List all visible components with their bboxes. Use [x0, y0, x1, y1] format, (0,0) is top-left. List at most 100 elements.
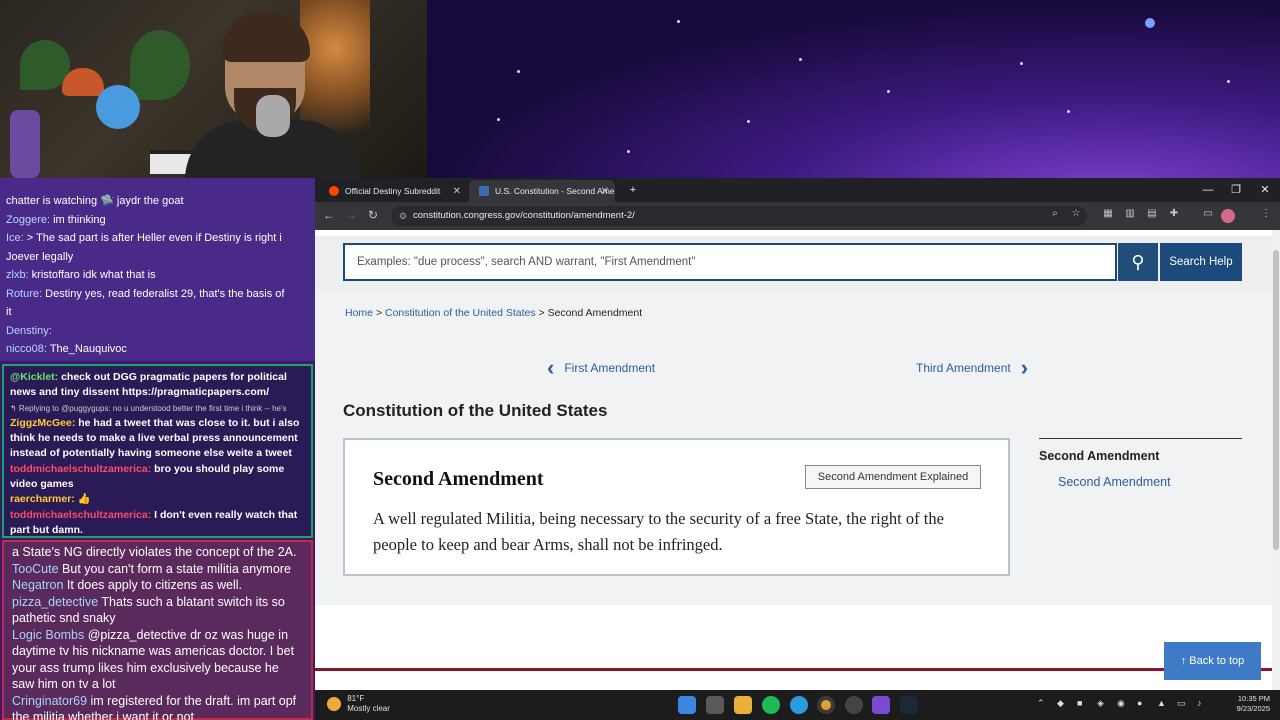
- close-tab-icon[interactable]: ✕: [453, 186, 461, 197]
- back-icon[interactable]: ←: [321, 208, 337, 222]
- tray-expand-icon[interactable]: ⌃: [1037, 698, 1045, 709]
- breadcrumb-separator: >: [538, 307, 548, 319]
- edge-icon[interactable]: [790, 696, 808, 714]
- tray-app-icon[interactable]: ◆: [1057, 698, 1064, 709]
- extensions-puzzle-icon[interactable]: ✚: [1167, 208, 1181, 219]
- zoom-icon[interactable]: ⌕: [1048, 208, 1062, 219]
- bottle: [10, 110, 40, 178]
- browser-toolbar: ← → ↻ ⚙ constitution.congress.gov/consti…: [315, 202, 1280, 230]
- footer-rule: [315, 668, 1272, 671]
- breadcrumb-current: Second Amendment: [547, 307, 643, 319]
- close-window-icon[interactable]: ✕: [1251, 180, 1279, 200]
- forward-icon[interactable]: →: [343, 208, 359, 222]
- scrollbar[interactable]: [1272, 230, 1280, 690]
- network-icon[interactable]: ▭: [1177, 698, 1186, 709]
- amendment-explained-button[interactable]: Second Amendment Explained: [805, 465, 981, 489]
- chat-line: Logic Bombs @pizza_detective dr oz was h…: [12, 627, 295, 692]
- task-view-icon[interactable]: [706, 696, 724, 714]
- search-band: Examples: "due process", search AND warr…: [315, 236, 1272, 291]
- chevron-right-icon: ›: [1020, 355, 1029, 380]
- chat-line: TooCute But you can't form a state milit…: [12, 561, 291, 576]
- profile-avatar[interactable]: [1221, 209, 1235, 223]
- planet: [1145, 18, 1155, 28]
- back-to-top-button[interactable]: ↑ Back to top: [1164, 642, 1261, 680]
- app-icon[interactable]: [872, 696, 890, 714]
- star: [677, 20, 680, 23]
- chat-section-low: a State's NG directly violates the conce…: [2, 540, 313, 720]
- spotify-icon[interactable]: [762, 696, 780, 714]
- tray-app-icon[interactable]: ■: [1077, 698, 1082, 708]
- menu-kebab-icon[interactable]: ⋮: [1259, 208, 1273, 219]
- tab-constitution[interactable]: U.S. Constitution - Second Ame ✕: [469, 180, 615, 202]
- sidebar-divider: [1039, 438, 1242, 439]
- search-input[interactable]: Examples: "due process", search AND warr…: [343, 243, 1117, 281]
- moon-icon: [327, 697, 341, 711]
- tray-app-icon[interactable]: ◉: [1117, 698, 1125, 709]
- weather-widget[interactable]: 81°F Mostly clear: [327, 694, 390, 714]
- extension-icon[interactable]: ▥: [1123, 208, 1137, 219]
- chat-line: pizza_detective Thats such a blatant swi…: [12, 594, 285, 626]
- new-tab-icon[interactable]: +: [619, 180, 647, 200]
- chat-line: Denstiny:: [6, 324, 52, 337]
- side-panel-icon[interactable]: ▭: [1201, 208, 1215, 219]
- system-clock[interactable]: 10:35 PM 9/23/2025: [1220, 694, 1270, 714]
- space-background: [427, 0, 1280, 178]
- sidebar-link[interactable]: Second Amendment: [1058, 475, 1171, 489]
- plush-toy: [96, 85, 140, 129]
- chat-line: it: [6, 306, 12, 318]
- volume-icon[interactable]: ♪: [1197, 698, 1202, 708]
- taskbar: 81°F Mostly clear ⌃ ◆ ■ ◈ ◉ ● ▲ ▭ ♪ 10:3…: [315, 690, 1280, 720]
- bookmark-star-icon[interactable]: ☆: [1069, 208, 1083, 219]
- streamer-hair: [222, 12, 310, 62]
- restore-icon[interactable]: ❐: [1222, 180, 1250, 200]
- next-amendment-link[interactable]: Third Amendment ›: [916, 355, 1028, 381]
- arrow-up-icon: ↑: [1180, 655, 1190, 667]
- chat-line: Cringinator69 im registered for the draf…: [12, 693, 297, 720]
- chrome-icon[interactable]: [817, 696, 835, 714]
- breadcrumb: Home > Constitution of the United States…: [345, 307, 642, 319]
- reddit-icon: [329, 186, 339, 196]
- tab-destiny-subreddit[interactable]: Official Destiny Subreddit ✕: [319, 180, 467, 202]
- steam-icon[interactable]: [900, 696, 918, 714]
- content-area: Home > Constitution of the United States…: [315, 291, 1272, 605]
- close-tab-icon[interactable]: ✕: [601, 186, 609, 197]
- address-bar[interactable]: ⚙ constitution.congress.gov/constitution…: [391, 206, 1087, 226]
- flag-icon: [479, 186, 489, 196]
- breadcrumb-separator: >: [375, 307, 385, 319]
- breadcrumb-home[interactable]: Home: [345, 307, 373, 319]
- tray-app-icon[interactable]: ●: [1137, 698, 1142, 708]
- file-explorer-icon[interactable]: [734, 696, 752, 714]
- search-icon: ⚲: [1131, 252, 1145, 272]
- reload-icon[interactable]: ↻: [365, 208, 381, 222]
- star: [1020, 62, 1023, 65]
- sidebar-heading: Second Amendment: [1039, 449, 1160, 463]
- amendment-text: A well regulated Militia, being necessar…: [373, 509, 944, 554]
- search-help-button[interactable]: Search Help: [1160, 243, 1242, 281]
- extension-icon[interactable]: ▤: [1145, 208, 1159, 219]
- prev-amendment-link[interactable]: ‹ First Amendment: [547, 355, 655, 381]
- minimize-icon[interactable]: —: [1194, 180, 1222, 200]
- amendment-card: Second Amendment Second Amendment Explai…: [343, 438, 1010, 576]
- extension-icon[interactable]: ▦: [1101, 208, 1115, 219]
- chat-line: Zoggere: im thinking: [6, 213, 106, 226]
- chat-line: Joever legally: [6, 250, 74, 263]
- chat-panel: chatter is watching 🛸 jaydr the goat Zog…: [0, 178, 315, 720]
- tray-app-icon[interactable]: ▲: [1157, 698, 1166, 708]
- section-title: Constitution of the United States: [343, 401, 608, 420]
- chat-line: a State's NG directly violates the conce…: [12, 545, 297, 559]
- microphone: [256, 95, 290, 137]
- site-info-icon[interactable]: ⚙: [399, 206, 407, 226]
- obs-icon[interactable]: [845, 696, 863, 714]
- tray-app-icon[interactable]: ◈: [1097, 698, 1104, 709]
- star: [747, 120, 750, 123]
- chevron-left-icon: ‹: [547, 355, 555, 380]
- amendment-title: Second Amendment: [373, 468, 544, 490]
- browser-window: Official Destiny Subreddit ✕ U.S. Consti…: [315, 178, 1280, 690]
- search-button[interactable]: ⚲: [1118, 243, 1158, 281]
- chat-line: toddmichaelschultzamerica: I don't even …: [10, 508, 298, 536]
- scrollbar-thumb[interactable]: [1273, 250, 1279, 550]
- windows-start-icon[interactable]: [678, 696, 696, 714]
- chat-line: @Kicklet: check out DGG pragmatic papers…: [10, 371, 287, 399]
- breadcrumb-constitution[interactable]: Constitution of the United States: [385, 307, 536, 319]
- tab-bar: Official Destiny Subreddit ✕ U.S. Consti…: [315, 178, 1280, 202]
